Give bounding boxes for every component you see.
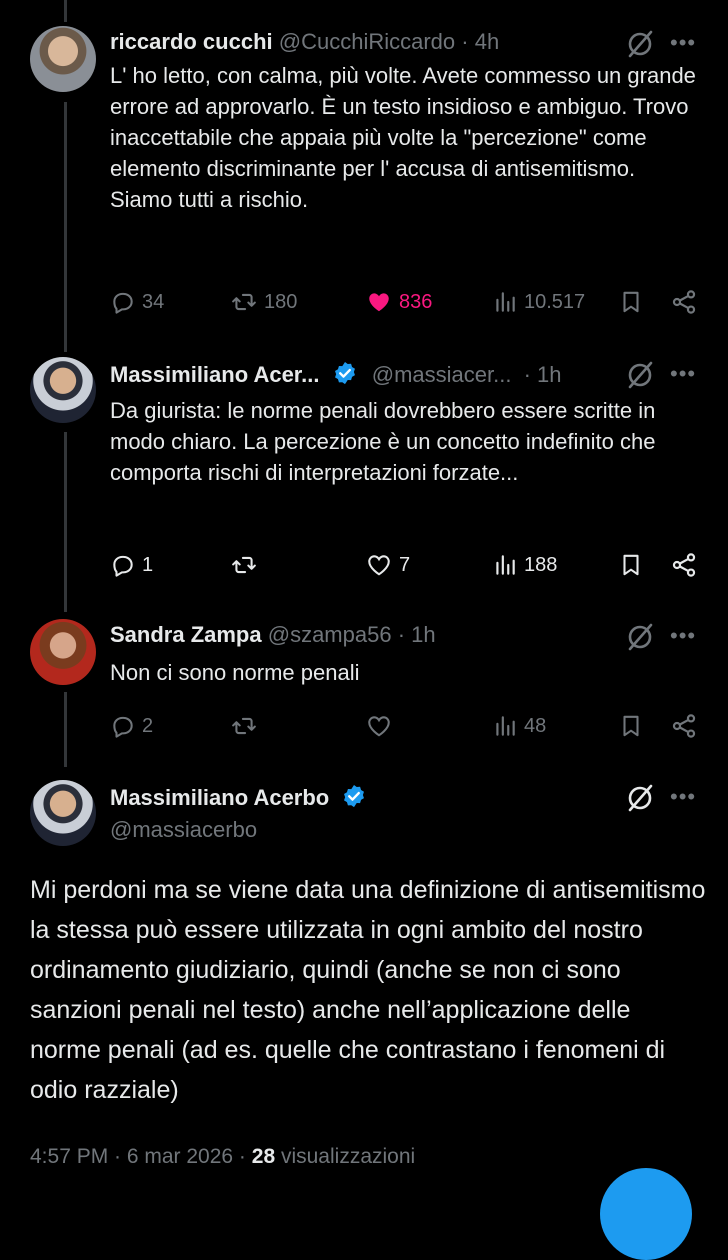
- reply-button[interactable]: 2: [110, 709, 153, 743]
- avatar[interactable]: [30, 619, 96, 685]
- author-name[interactable]: Massimiliano Acer...: [110, 362, 320, 387]
- views-icon: [496, 555, 515, 575]
- tweet-timestamp[interactable]: 4:57 PM · 6 mar 2026 ·: [30, 1145, 252, 1168]
- reply-count: 34: [142, 290, 165, 313]
- tweet-time[interactable]: · 1h: [398, 622, 436, 647]
- tweet-text: Non ci sono norme penali: [110, 660, 360, 685]
- like-count: 7: [399, 553, 411, 576]
- more-icon[interactable]: •••: [670, 30, 696, 56]
- tweet-time[interactable]: · 4h: [461, 29, 499, 54]
- tweet-text: Da giurista: le norme penali dovrebbero …: [110, 398, 662, 485]
- grok-icon[interactable]: [625, 783, 655, 813]
- grok-icon[interactable]: [625, 360, 655, 390]
- repost-count: 180: [264, 290, 298, 313]
- like-icon: [369, 293, 389, 312]
- reply-icon: [113, 555, 133, 577]
- like-button[interactable]: 836: [365, 285, 432, 319]
- share-icon: [672, 553, 696, 577]
- views-total: 28: [251, 1145, 276, 1168]
- views-button[interactable]: 188: [492, 548, 557, 582]
- thread-line: [64, 692, 67, 767]
- tweet-time[interactable]: · 1h: [524, 362, 562, 387]
- like-icon: [368, 716, 390, 737]
- bookmark-icon: [623, 715, 639, 737]
- tweet-text: L' ho letto, con calma, più volte. Avete…: [110, 63, 696, 212]
- tweet-header: Massimiliano Acer... @massiacer... · 1h: [110, 360, 708, 392]
- tweet-meta: 4:57 PM · 6 mar 2026 · 28 visualizzazion…: [30, 1145, 415, 1169]
- repost-button[interactable]: [230, 548, 258, 582]
- reply-count: 1: [142, 553, 154, 576]
- thread-line: [64, 0, 67, 22]
- compose-button[interactable]: [600, 1168, 692, 1260]
- avatar[interactable]: [30, 357, 96, 423]
- author-name[interactable]: Sandra Zampa: [110, 622, 262, 647]
- more-icon[interactable]: •••: [670, 361, 696, 387]
- tweet-subheader: @massiacerbo: [110, 817, 708, 849]
- bookmark-button[interactable]: [618, 285, 644, 319]
- repost-button[interactable]: 180: [230, 285, 297, 319]
- reply-count: 2: [142, 714, 154, 737]
- author-name[interactable]: riccardo cucchi: [110, 29, 273, 54]
- bookmark-button[interactable]: [618, 709, 644, 743]
- more-icon[interactable]: •••: [670, 784, 696, 810]
- reply-icon: [113, 292, 133, 314]
- share-icon: [672, 714, 696, 738]
- author-handle[interactable]: @CucchiRiccardo: [279, 29, 455, 54]
- like-button[interactable]: 7: [365, 548, 410, 582]
- share-icon: [672, 290, 696, 314]
- views-count: 48: [524, 714, 547, 737]
- reply-button[interactable]: 34: [110, 285, 164, 319]
- repost-icon: [232, 556, 256, 574]
- author-name[interactable]: Massimiliano Acerbo: [110, 785, 329, 810]
- share-button[interactable]: [670, 285, 698, 319]
- author-handle[interactable]: @massiacer...: [372, 362, 512, 387]
- tweet-actions: 1 7 188: [110, 548, 728, 582]
- views-label: visualizzazioni: [275, 1145, 416, 1168]
- like-button[interactable]: [365, 709, 393, 743]
- repost-icon: [232, 717, 256, 735]
- views-button[interactable]: 10.517: [492, 285, 585, 319]
- author-handle[interactable]: @massiacerbo: [110, 817, 257, 842]
- reply-icon: [113, 716, 133, 738]
- repost-button[interactable]: [230, 709, 258, 743]
- author-handle[interactable]: @szampa56: [268, 622, 392, 647]
- repost-icon: [232, 293, 256, 311]
- tweet-actions: 2 48: [110, 709, 728, 743]
- more-icon[interactable]: •••: [670, 623, 696, 649]
- avatar[interactable]: [30, 780, 96, 846]
- avatar[interactable]: [30, 26, 96, 92]
- views-button[interactable]: 48: [492, 709, 546, 743]
- views-count: 188: [524, 553, 558, 576]
- share-button[interactable]: [670, 709, 698, 743]
- bookmark-button[interactable]: [618, 548, 644, 582]
- reply-button[interactable]: 1: [110, 548, 153, 582]
- grok-icon[interactable]: [625, 29, 655, 59]
- views-icon: [496, 716, 515, 736]
- tweet-text: Mi perdoni ma se viene data una definizi…: [30, 876, 713, 1104]
- bookmark-icon: [623, 291, 639, 313]
- views-count: 10.517: [524, 290, 586, 313]
- views-icon: [496, 292, 515, 312]
- like-count: 836: [399, 290, 433, 313]
- tweet-header: Sandra Zampa @szampa56 · 1h: [110, 622, 708, 654]
- tweet-actions: 34 180 836 10.517: [110, 285, 728, 319]
- like-icon: [368, 555, 390, 576]
- thread-line: [64, 432, 67, 612]
- share-button[interactable]: [670, 548, 698, 582]
- bookmark-icon: [623, 554, 639, 576]
- tweet-header: riccardo cucchi @CucchiRiccardo · 4h: [110, 29, 708, 61]
- grok-icon[interactable]: [625, 622, 655, 652]
- thread-line: [64, 102, 67, 352]
- verified-badge-icon: [344, 784, 365, 808]
- verified-badge-icon: [334, 361, 355, 385]
- tweet-header: Massimiliano Acerbo: [110, 783, 708, 815]
